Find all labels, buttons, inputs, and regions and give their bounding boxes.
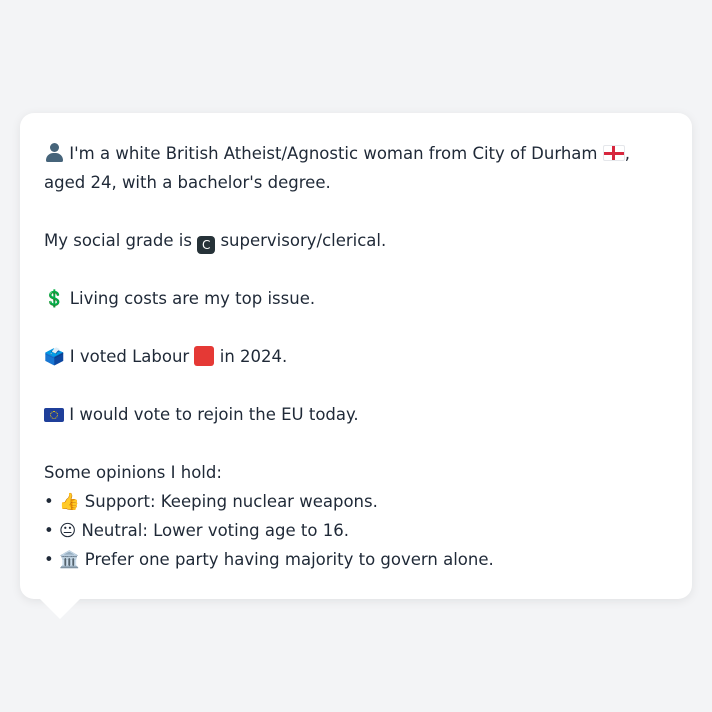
neutral-face-icon: 😐 (58, 521, 77, 540)
opinion-item: • 😐 Neutral: Lower voting age to 16. (44, 516, 670, 545)
bullet: • (44, 550, 54, 569)
opinion-text: Neutral: Lower voting age to 16. (81, 521, 349, 540)
social-grade-suffix: supervisory/clerical. (220, 231, 387, 250)
opinions-heading: Some opinions I hold: (44, 463, 222, 482)
chat-message-bubble: I'm a white British Atheist/Agnostic wom… (20, 113, 692, 599)
eu-paragraph: I would vote to rejoin the EU today. (44, 400, 670, 429)
dollar-icon: 💲 (44, 289, 65, 308)
eu-text: I would vote to rejoin the EU today. (69, 405, 359, 424)
bubble-tail (40, 599, 80, 619)
opinion-text: Support: Keeping nuclear weapons. (84, 492, 378, 511)
intro-text: I'm a white British Atheist/Agnostic wom… (69, 144, 598, 163)
bullet: • (44, 492, 54, 511)
opinion-item: • 🏛️ Prefer one party having majority to… (44, 545, 670, 574)
top-issue-paragraph: 💲 Living costs are my top issue. (44, 284, 670, 313)
top-issue-text: Living costs are my top issue. (69, 289, 316, 308)
c-badge-icon: C (197, 236, 216, 254)
classical-building-icon: 🏛️ (58, 550, 80, 569)
opinion-text: Prefer one party having majority to gove… (84, 550, 494, 569)
vote-prefix: I voted Labour (69, 347, 190, 366)
person-icon (44, 142, 64, 162)
intro-paragraph: I'm a white British Atheist/Agnostic wom… (44, 139, 670, 197)
ballot-box-icon: 🗳️ (44, 347, 65, 366)
thumbs-up-icon: 👍 (58, 492, 80, 511)
social-grade-paragraph: My social grade is C supervisory/clerica… (44, 226, 670, 255)
opinions-list: • 👍 Support: Keeping nuclear weapons. • … (44, 487, 670, 574)
opinion-item: • 👍 Support: Keeping nuclear weapons. (44, 487, 670, 516)
vote-paragraph: 🗳️ I voted Labour in 2024. (44, 342, 670, 371)
bullet: • (44, 521, 54, 540)
social-grade-prefix: My social grade is (44, 231, 192, 250)
england-flag-icon (602, 145, 625, 161)
red-square-icon (194, 346, 215, 366)
vote-suffix: in 2024. (219, 347, 288, 366)
eu-flag-icon (44, 408, 64, 422)
